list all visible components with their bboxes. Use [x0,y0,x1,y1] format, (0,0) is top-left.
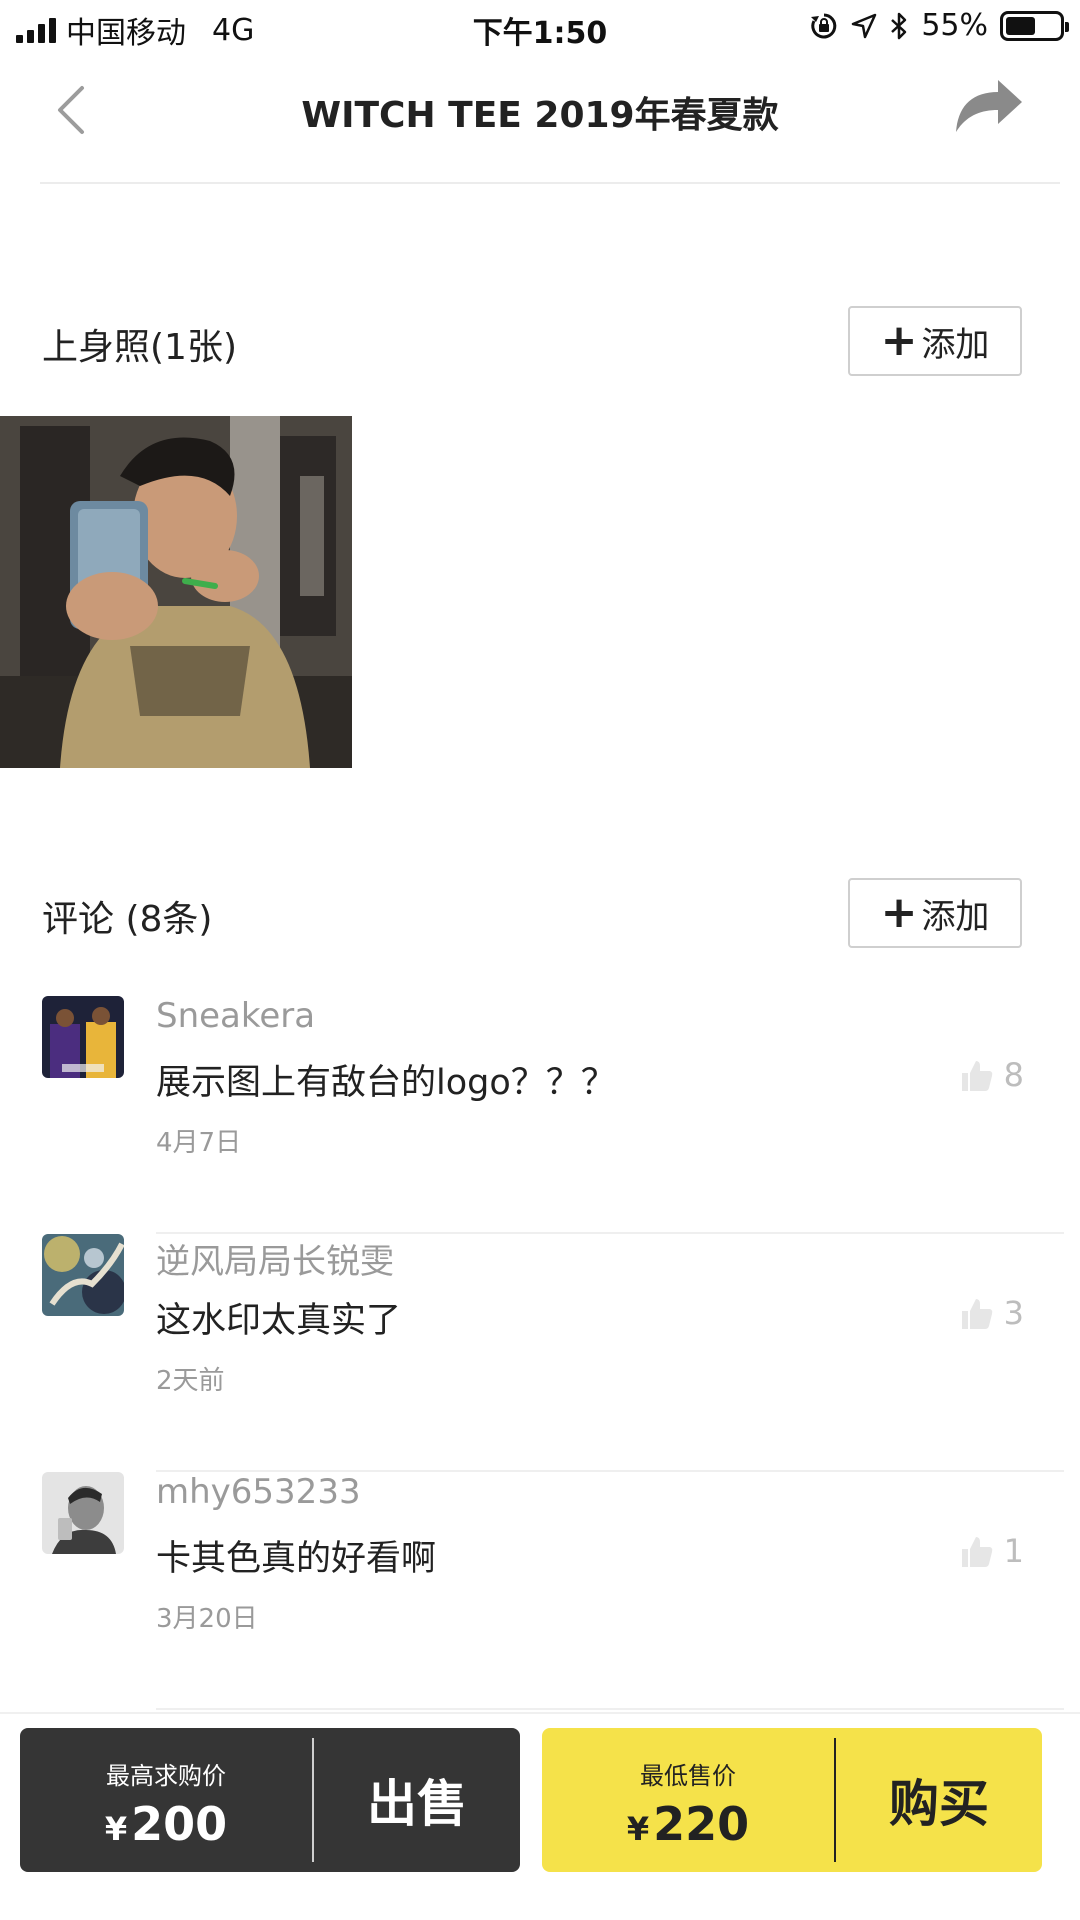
avatar-image [42,1472,124,1554]
buy-panel: 最低售价 ¥220 购买 [542,1728,1042,1872]
thumbs-up-icon [961,1537,992,1567]
comment-date: 2天前 [156,1366,225,1396]
nav-divider [40,182,1060,184]
currency-symbol: ¥ [626,1810,650,1848]
photos-section-title: 上身照(1张) [42,327,237,368]
wearing-photo-thumbnail[interactable] [0,416,352,768]
comment-text: 卡其色真的好看啊 [156,1539,437,1579]
battery-icon [1000,10,1069,41]
buy-button[interactable]: 购买 [836,1728,1042,1872]
sell-panel: 最高求购价 ¥200 出售 [20,1728,520,1872]
comment-divider [156,1708,1064,1710]
like-button[interactable]: 1 [958,1532,1024,1570]
add-photo-button[interactable]: + 添加 [848,306,1022,376]
comment-username[interactable]: Sneakera [156,996,315,1036]
comment-item: mhy653233 卡其色真的好看啊 3月20日 1 [0,1472,1080,1710]
lowest-ask-value: ¥220 [542,1797,834,1851]
comment-date: 4月7日 [156,1128,242,1158]
add-photo-label: 添加 [921,324,990,365]
highest-bid-price: 最高求购价 ¥200 [20,1728,312,1872]
status-right: 55% [809,8,1069,43]
comment-text: 这水印太真实了 [156,1301,402,1341]
orientation-lock-icon [811,13,837,38]
avatar[interactable] [42,1234,124,1316]
plus-icon: + [880,315,918,366]
like-count: 3 [1003,1294,1024,1332]
bluetooth-icon [891,12,907,39]
page-title: WITCH TEE 2019年春夏款 [301,95,779,136]
comment-item: Sneakera 展示图上有敌台的logo？？？ 4月7日 8 [0,996,1080,1234]
sell-button[interactable]: 出售 [314,1728,520,1872]
thumbs-up-icon [961,1061,992,1091]
highest-bid-label: 最高求购价 [106,1762,226,1790]
share-arrow-icon[interactable] [954,78,1024,138]
comment-username[interactable]: 逆风局局长锐雯 [156,1234,394,1283]
avatar[interactable] [42,996,124,1078]
comments-section-title: 评论 (8条) [42,899,213,940]
navigation-bar: WITCH TEE 2019年春夏款 [0,56,1080,184]
avatar[interactable] [42,1472,124,1554]
comment-date: 3月20日 [156,1604,258,1634]
lowest-ask-price: 最低售价 ¥220 [542,1728,834,1872]
avatar-image [42,996,124,1078]
like-button[interactable]: 3 [958,1294,1024,1332]
like-button[interactable]: 8 [958,1056,1024,1094]
bottom-trade-bar: 最高求购价 ¥200 出售 最低售价 ¥220 购买 [0,1712,1080,1920]
avatar-image [42,1234,124,1316]
like-count: 8 [1003,1056,1024,1094]
wearing-photo-image [0,416,352,768]
lowest-ask-amount: 220 [653,1797,750,1851]
add-comment-button[interactable]: + 添加 [848,878,1022,948]
highest-bid-amount: 200 [131,1797,228,1851]
comment-username[interactable]: mhy653233 [156,1472,361,1512]
battery-fill [1006,16,1035,35]
location-arrow-icon [852,13,877,38]
comment-item: 逆风局局长锐雯 这水印太真实了 2天前 3 [0,1234,1080,1472]
comment-text: 展示图上有敌台的logo？？？ [156,1063,616,1103]
plus-icon: + [880,887,918,938]
status-bar: 中国移动 4G 下午1:50 55% [0,0,1080,56]
battery-percent: 55% [921,8,988,43]
highest-bid-value: ¥200 [20,1797,312,1851]
thumbs-up-icon [961,1299,992,1329]
add-comment-label: 添加 [921,896,990,937]
like-count: 1 [1003,1532,1024,1570]
lowest-ask-label: 最低售价 [640,1762,736,1790]
currency-symbol: ¥ [104,1810,128,1848]
